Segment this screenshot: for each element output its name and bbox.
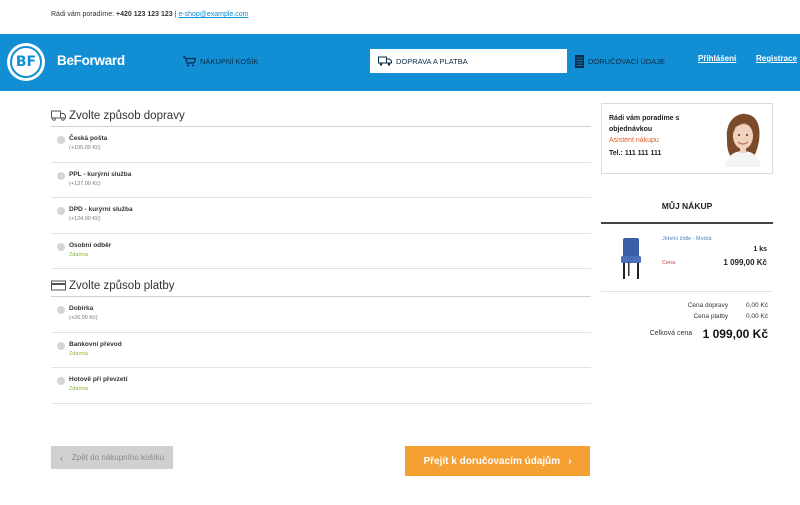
truck-icon <box>378 56 392 66</box>
step-cart[interactable]: Nákupní košík <box>183 49 258 73</box>
step-shipping-label: Doprava a platba <box>396 56 468 66</box>
product-name-link[interactable]: Jídelní židle - Modrá <box>662 236 712 242</box>
help-box: Rádi vám poradíme s objednávkou Asistent… <box>601 103 773 174</box>
step-delivery-label: Doručovací údaje <box>588 56 665 66</box>
total-row: Celková cena 1 099,00 Kč <box>601 325 768 343</box>
option-name: Dobírka <box>69 305 94 312</box>
login-link[interactable]: Přihlášení <box>698 54 736 63</box>
total-label: Celková cena <box>649 330 693 338</box>
radio-button[interactable] <box>57 207 65 215</box>
option-price: (+124.00 Kč) <box>69 216 101 222</box>
option-name: Česká pošta <box>69 135 108 142</box>
option-price: (+105.00 Kč) <box>69 145 101 151</box>
logo[interactable]: BF <box>7 43 45 81</box>
help-role: Asistent nákupu <box>609 137 659 144</box>
payment-option-cod[interactable]: Dobírka (+26.00 Kč) <box>51 297 591 333</box>
payment-cost-row: Cena platby 0,00 Kč <box>601 313 768 320</box>
option-name: Bankovní převod <box>69 340 122 348</box>
shipping-option-pickup[interactable]: Osobní odběr Zdarma <box>51 234 591 269</box>
shipping-title: Zvolte způsob dopravy <box>69 109 185 122</box>
truck-icon <box>51 110 66 121</box>
cart-icon <box>183 55 196 66</box>
radio-button[interactable] <box>57 242 65 251</box>
assistant-avatar <box>717 111 767 167</box>
product-price-label: Cena <box>662 260 676 266</box>
radio-button[interactable] <box>57 341 65 350</box>
radio-button[interactable] <box>57 136 65 144</box>
separator: | <box>174 11 177 18</box>
option-name: PPL - kurýrní služba <box>69 170 132 178</box>
cart-item: Jídelní židle - Modrá 1 ks Cena 1 099,00… <box>601 230 773 292</box>
radio-button[interactable] <box>57 306 65 314</box>
option-price: Zdarma <box>69 251 88 258</box>
shipping-option-ceska-posta[interactable]: Česká pošta (+105.00 Kč) <box>51 127 591 163</box>
checkout-form: Zvolte způsob dopravy Česká pošta (+105.… <box>51 105 591 404</box>
payment-option-cash[interactable]: Hotově při převzetí Zdarma <box>51 368 591 404</box>
help-title: Rádi vám poradíme s objednávkou <box>609 115 680 133</box>
option-price: (+137.00 Kč) <box>69 180 101 187</box>
payment-option-bank-transfer[interactable]: Bankovní převod Zdarma <box>51 333 591 368</box>
product-quantity: 1 ks <box>753 246 767 253</box>
cart-divider <box>601 222 773 224</box>
option-price: Zdarma <box>69 386 88 392</box>
product-thumbnail[interactable] <box>617 238 645 280</box>
top-contact-bar: Rádi vám poradíme: +420 123 123 123 | e-… <box>0 0 800 34</box>
cart-title: Můj nákup <box>661 201 713 211</box>
shipping-cost-row: Cena dopravy 0,00 Kč <box>601 302 768 309</box>
logo-mark: BF <box>15 54 37 70</box>
payment-title: Zvolte způsob platby <box>69 279 175 292</box>
step-delivery-details[interactable]: Doručovací údaje <box>575 49 665 73</box>
shipping-section-title: Zvolte způsob dopravy <box>51 105 591 127</box>
continue-to-delivery-button[interactable]: Přejít k doručovacím údajům › <box>405 446 590 476</box>
chevron-right-icon: › <box>568 455 572 467</box>
next-button-label: Přejít k doručovacím údajům <box>423 455 561 467</box>
chevron-left-icon: ‹ <box>60 452 63 463</box>
payment-cost-value: 0,00 Kč <box>745 313 768 320</box>
document-icon <box>575 54 584 68</box>
option-price: Zdarma <box>69 350 88 357</box>
back-to-cart-button[interactable]: ‹ Zpět do nákupního košíku <box>51 446 173 469</box>
phone-number[interactable]: +420 123 123 123 <box>116 11 173 18</box>
email-link[interactable]: e-shop@example.com <box>178 11 248 18</box>
radio-button[interactable] <box>57 171 65 180</box>
option-name: Hotově při převzetí <box>69 376 128 383</box>
step-cart-label: Nákupní košík <box>200 56 259 66</box>
option-name: DPD - kurýrní služba <box>69 206 133 213</box>
help-text: Rádi vám poradíme: <box>51 11 115 18</box>
help-phone: Tel.: 111 111 111 <box>609 150 662 157</box>
payment-cost-label: Cena platby <box>693 313 729 320</box>
step-shipping-payment[interactable]: Doprava a platba <box>370 49 567 73</box>
shipping-option-dpd[interactable]: DPD - kurýrní služba (+124.00 Kč) <box>51 198 591 234</box>
site-header: BF BeForward Nákupní košík Doprava a pla… <box>0 34 800 91</box>
option-name: Osobní odběr <box>69 241 112 249</box>
total-value: 1 099,00 Kč <box>702 326 768 341</box>
register-link[interactable]: Registrace <box>756 54 797 63</box>
radio-button[interactable] <box>57 377 65 385</box>
shipping-option-ppl[interactable]: PPL - kurýrní služba (+137.00 Kč) <box>51 163 591 198</box>
back-button-label: Zpět do nákupního košíku <box>72 453 165 462</box>
payment-section-title: Zvolte způsob platby <box>51 275 591 297</box>
option-price: (+26.00 Kč) <box>69 315 98 321</box>
brand-name[interactable]: BeForward <box>57 53 125 68</box>
shipping-cost-label: Cena dopravy <box>687 302 729 309</box>
product-price: 1 099,00 Kč <box>723 258 767 267</box>
shipping-cost-value: 0,00 Kč <box>745 302 768 309</box>
credit-card-icon <box>51 280 66 291</box>
